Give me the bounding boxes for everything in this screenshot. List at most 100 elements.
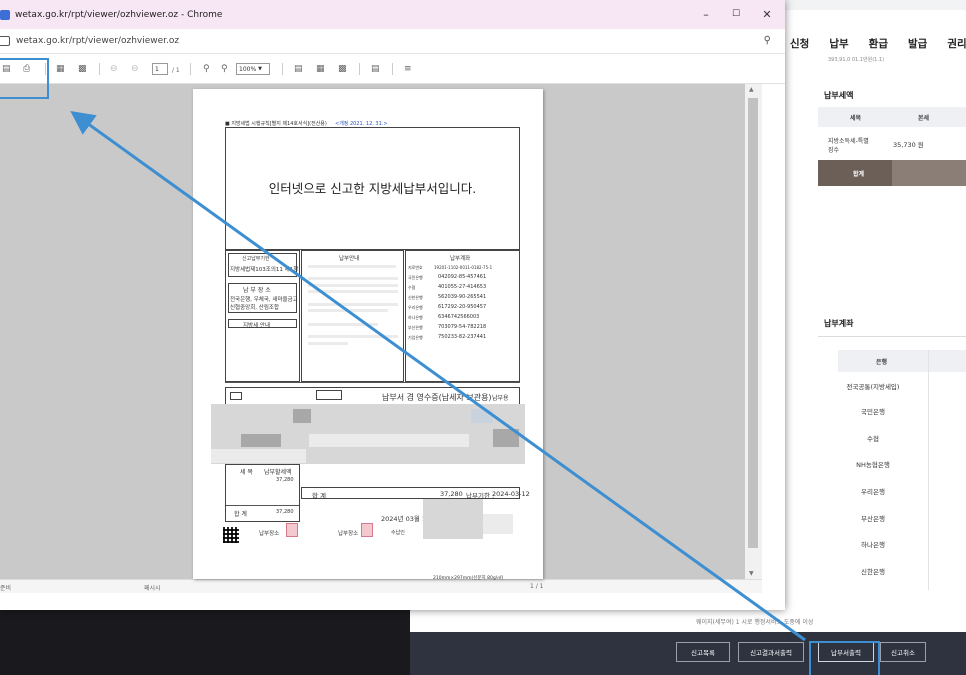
single-page-icon[interactable]: ▤	[294, 63, 303, 75]
doc-total-value: 37,280	[440, 490, 463, 498]
doc-title-box: 인터넷으로 신고한 지방세납부서입니다.	[225, 127, 520, 250]
doc-account-title: 납부계좌	[450, 256, 471, 262]
export2-icon[interactable]: ▩	[78, 63, 87, 75]
site-favicon-icon	[0, 9, 10, 20]
close-button[interactable]: ✕	[760, 8, 774, 21]
status-left: 준비	[0, 585, 12, 592]
doc-header-revision: <개정 2021. 12. 31.>	[335, 121, 388, 127]
find-icon[interactable]: ▤	[371, 63, 380, 75]
stamp-icon	[286, 523, 298, 537]
status-page: 1 / 1	[530, 583, 544, 590]
bg-top-hint: 393,91,0 01.1만원(1.1)	[828, 57, 885, 63]
viewer-toolbar: ▤ ⎙ ▦ ▩ ⊖ ⊖ 1 / 1 ⚲ ⚲ 100% ▼ ▤ ▦ ▩ ▤ ≡	[0, 54, 785, 84]
tax-total-row: 합계	[818, 160, 966, 186]
doc-left-tax-value: 납부할세액	[264, 469, 292, 476]
doc-left-total-label: 합 계	[234, 511, 247, 518]
nav-pay[interactable]: 납부	[829, 36, 848, 54]
bank-item: 부산은행	[861, 515, 885, 523]
bg-main-nav: 신청 납부 환급 발급 권리보호	[790, 36, 966, 54]
viewer-statusbar: 준비 페시시 1 / 1	[0, 579, 762, 593]
maximize-button[interactable]: ☐	[729, 9, 743, 19]
bank-item: 신한은행	[861, 568, 885, 576]
print-report-result-button[interactable]: 신고결과서출력	[738, 642, 804, 662]
doc-footer-size: 210mm×297mm(신문지 80g/㎡)	[433, 576, 504, 581]
doc-receipt-tag: 납부용	[492, 395, 509, 402]
stamp-icon	[361, 523, 373, 537]
bank-item: NH농협은행	[856, 461, 890, 469]
doc-header-note: ■ 지방세법 시행규칙[별지 제14호서식](전산용)	[225, 121, 327, 127]
doc-left-amount: 37,280	[276, 477, 294, 483]
first-page-icon[interactable]: ⊖	[110, 63, 118, 75]
nav-rights[interactable]: 권리보호	[947, 36, 966, 54]
minimize-button[interactable]: –	[699, 8, 713, 21]
doc-guide-title: 지방세 안내	[243, 323, 271, 329]
zoom-select[interactable]: 100% ▼	[236, 63, 270, 75]
qr-code-icon	[223, 527, 239, 543]
address-bar[interactable]: wetax.go.kr/rpt/viewer/ozhviewer.oz ⚲	[0, 29, 785, 54]
site-info-icon[interactable]	[0, 36, 10, 46]
doc-info-left: 신고납부기한 지방세법제103조의11 제1항 납 부 장 소 전국은행, 우체…	[225, 250, 300, 382]
doc-place-title: 납 부 장 소	[243, 287, 271, 294]
doc-due-date: 2024-03-12	[492, 490, 530, 498]
doc-place-line: 신협중앙회, 산림조합	[230, 305, 280, 311]
doc-stamp-label2: 수납인	[391, 530, 405, 536]
url-text: wetax.go.kr/rpt/viewer/ozhviewer.oz	[16, 36, 180, 46]
vertical-scrollbar[interactable]: ▲ ▼	[745, 84, 762, 579]
page-total: / 1	[172, 67, 180, 74]
doc-info-mid: 납부안내	[301, 250, 404, 382]
menu-icon[interactable]: ≡	[404, 63, 412, 75]
window-title: wetax.go.kr/rpt/viewer/ozhviewer.oz - Ch…	[15, 9, 223, 20]
export-icon[interactable]: ▦	[56, 63, 65, 75]
bottom-action-bar: 웨이지(세무여) 1 시로 행정서비스 도중에 이상 신고목록 신고결과서출력 …	[410, 619, 966, 675]
nav-apply[interactable]: 신청	[790, 36, 809, 54]
bank-item: 전국공통(지방세입)	[846, 383, 900, 391]
tax-section-title: 납부세액	[824, 91, 854, 100]
doc-total-row: 합 계 37,280 납부기한 : 2024-03-12	[301, 487, 530, 500]
zoom-in-icon[interactable]: ⚲	[221, 63, 228, 75]
tax-table-header: 세목 본세	[818, 107, 966, 127]
status-mid: 페시시	[144, 585, 161, 592]
fit-page-icon[interactable]: ▩	[338, 63, 347, 75]
doc-account-list: 지로번호 19201-1102-0011-0182-75-1 국민은행 042092…	[408, 265, 493, 340]
tax-header-base: 본세	[918, 114, 930, 122]
action-note: 웨이지(세무여) 1 시로 행정서비스 도중에 이상	[696, 619, 814, 626]
report-list-button[interactable]: 신고목록	[676, 642, 730, 662]
nav-refund[interactable]: 환급	[869, 36, 888, 54]
doc-receipt-title: 납부서 겸 영수증(납세자 보관용)	[382, 393, 492, 402]
bank-list: 전국공통(지방세입) 국민은행 수협 NH농협은행 우리은행 부산은행 하나은행…	[818, 350, 966, 592]
doc-left-summary: 세 목 납부할세액 37,280 합 계 37,280	[225, 464, 300, 522]
fit-width-icon[interactable]: ▦	[316, 63, 325, 75]
zoom-magnifier-icon[interactable]: ⚲	[764, 35, 771, 46]
doc-date-line: 2024년 03월 1	[381, 515, 427, 523]
page-number-input[interactable]: 1	[152, 63, 168, 75]
doc-total-label: 합 계	[312, 492, 327, 500]
account-section-title: 납부계좌	[824, 319, 854, 328]
doc-place-line: 전국은행, 우체국, 새마을금고	[230, 297, 298, 303]
scrollbar-thumb[interactable]	[748, 98, 758, 548]
account-header-bank: 은행	[876, 358, 888, 366]
tax-row-name: 지방소득세-특별징수	[828, 138, 869, 154]
cancel-report-button[interactable]: 신고취소	[880, 642, 926, 662]
doc-info-right: 납부계좌 지로번호 19201-1102-0011-0182-75-1 국민은행 0…	[405, 250, 520, 382]
doc-main-title: 인터넷으로 신고한 지방세납부서입니다.	[268, 181, 477, 196]
doc-left-tax-label: 세 목	[240, 469, 253, 476]
doc-payment-guide-title: 납부안내	[339, 256, 360, 262]
chrome-popup-window: wetax.go.kr/rpt/viewer/ozhviewer.oz - Ch…	[0, 0, 785, 610]
doc-stamp-label: 납부장소	[338, 531, 359, 537]
bank-item: 하나은행	[861, 541, 885, 549]
nav-issue[interactable]: 발급	[908, 36, 927, 54]
window-titlebar: wetax.go.kr/rpt/viewer/ozhviewer.oz - Ch…	[0, 0, 785, 29]
zoom-out-icon[interactable]: ⚲	[203, 63, 210, 75]
doc-left-total-value: 37,280	[276, 509, 294, 515]
highlight-print-toolbar	[0, 58, 49, 99]
tax-row-value: 35,730 원	[893, 141, 924, 149]
prev-page-icon[interactable]: ⊖	[131, 63, 139, 75]
tax-header-item: 세목	[850, 114, 862, 122]
doc-stamp-label-left: 납부장소	[259, 531, 280, 537]
bank-item: 국민은행	[861, 408, 885, 416]
document-page: ■ 지방세법 시행규칙[별지 제14호서식](전산용) <개정 2021. 12…	[193, 89, 543, 581]
tax-total-label: 합계	[853, 170, 865, 178]
doc-due-title: 신고납부기한	[242, 256, 270, 262]
highlight-print-slip-button	[809, 641, 880, 675]
doc-due-value: 지방세법제103조의11 제1항	[230, 267, 299, 273]
